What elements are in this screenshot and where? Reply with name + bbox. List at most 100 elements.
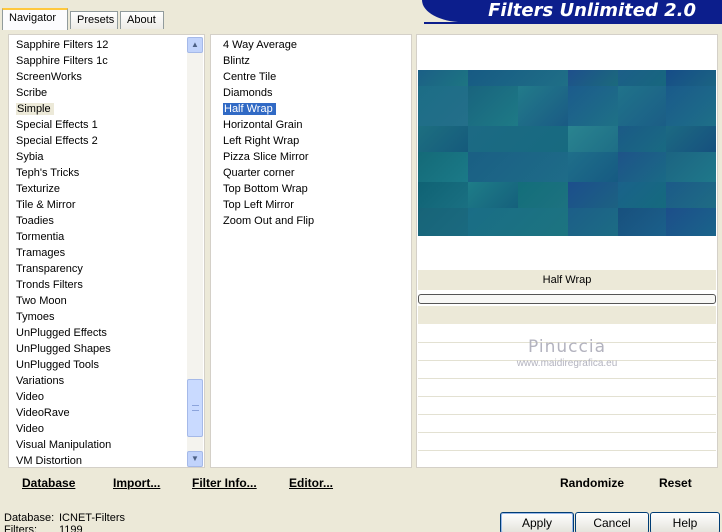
category-label: UnPlugged Shapes xyxy=(16,343,111,355)
preview-tile xyxy=(618,182,666,208)
tab-presets[interactable]: Presets xyxy=(70,11,118,29)
category-item[interactable]: Teph's Tricks xyxy=(14,165,189,181)
scrollbar-thumb[interactable] xyxy=(187,379,203,437)
preview-tile xyxy=(618,126,666,152)
category-item[interactable]: Sapphire Filters 12 xyxy=(14,37,189,53)
tab-about[interactable]: About xyxy=(120,11,164,29)
filter-list: 4 Way Average Blintz Centre Tile Diamonds Ha… xyxy=(221,37,314,229)
filter-label: Blintz xyxy=(223,55,250,67)
category-label: Toadies xyxy=(16,215,54,227)
preview-tile xyxy=(518,86,568,126)
preview-tile xyxy=(468,182,518,208)
preview-tile xyxy=(618,152,666,182)
category-item[interactable]: UnPlugged Shapes xyxy=(14,341,189,357)
filters-value: 1199 xyxy=(59,524,83,532)
category-item[interactable]: Video xyxy=(14,389,189,405)
category-item[interactable]: UnPlugged Tools xyxy=(14,357,189,373)
preview-tile xyxy=(418,208,468,236)
app-banner: Filters Unlimited 2.0 xyxy=(422,0,722,22)
category-item[interactable]: Texturize xyxy=(14,181,189,197)
parameter-divider xyxy=(418,414,716,415)
chevron-down-icon[interactable]: ▼ xyxy=(187,451,203,467)
category-item[interactable]: Video xyxy=(14,421,189,437)
filter-label: Left Right Wrap xyxy=(223,135,300,147)
preview-tile xyxy=(418,86,468,126)
editor-button[interactable]: Editor... xyxy=(289,476,333,490)
parameter-divider xyxy=(418,450,716,451)
filter-item[interactable]: Left Right Wrap xyxy=(221,133,314,149)
category-scrollbar[interactable]: ▲ ▼ xyxy=(187,37,203,467)
filter-item[interactable]: Top Left Mirror xyxy=(221,197,314,213)
filter-item[interactable]: Half Wrap xyxy=(221,101,314,117)
filter-label: Diamonds xyxy=(223,87,273,99)
filter-item[interactable]: Blintz xyxy=(221,53,314,69)
filter-item[interactable]: Centre Tile xyxy=(221,69,314,85)
database-label: Database: xyxy=(4,512,55,524)
category-item[interactable]: Tymoes xyxy=(14,309,189,325)
category-item[interactable]: ScreenWorks xyxy=(14,69,189,85)
cancel-button[interactable]: Cancel xyxy=(575,512,649,532)
filter-label: Pizza Slice Mirror xyxy=(223,151,309,163)
filter-item[interactable]: Quarter corner xyxy=(221,165,314,181)
category-item[interactable]: Tramages xyxy=(14,245,189,261)
filter-label: Horizontal Grain xyxy=(223,119,303,131)
preview-tile xyxy=(468,126,568,152)
category-item[interactable]: Visual Manipulation xyxy=(14,437,189,453)
category-item[interactable]: Simple xyxy=(14,101,189,117)
category-item[interactable]: VM Distortion xyxy=(14,453,189,467)
filter-item[interactable]: Pizza Slice Mirror xyxy=(221,149,314,165)
filter-label: 4 Way Average xyxy=(223,39,297,51)
category-item[interactable]: Sapphire Filters 1c xyxy=(14,53,189,69)
parameter-strip xyxy=(418,306,716,324)
category-label: UnPlugged Effects xyxy=(16,327,107,339)
category-item[interactable]: Variations xyxy=(14,373,189,389)
database-button[interactable]: Database xyxy=(22,476,75,490)
filter-item[interactable]: Top Bottom Wrap xyxy=(221,181,314,197)
category-item[interactable]: Special Effects 2 xyxy=(14,133,189,149)
banner-underline xyxy=(424,22,722,24)
category-item[interactable]: VideoRave xyxy=(14,405,189,421)
filter-item[interactable]: Zoom Out and Flip xyxy=(221,213,314,229)
filter-info-button[interactable]: Filter Info... xyxy=(192,476,257,490)
category-list: Sapphire Filters 12 Sapphire Filters 1c Sc… xyxy=(14,37,189,467)
category-label: Variations xyxy=(16,375,65,387)
parameter-divider xyxy=(418,396,716,397)
randomize-button[interactable]: Randomize xyxy=(560,476,624,490)
preview-tile xyxy=(468,70,568,86)
chevron-up-icon[interactable]: ▲ xyxy=(187,37,203,53)
preview-tile xyxy=(568,86,618,126)
category-list-panel: Sapphire Filters 12 Sapphire Filters 1c Sc… xyxy=(8,34,205,468)
import-button[interactable]: Import... xyxy=(113,476,160,490)
help-button[interactable]: Help xyxy=(650,512,720,532)
category-item[interactable]: Two Moon xyxy=(14,293,189,309)
preview-tile xyxy=(568,126,618,152)
reset-button[interactable]: Reset xyxy=(659,476,692,490)
category-item[interactable]: Transparency xyxy=(14,261,189,277)
tab-navigator[interactable]: Navigator xyxy=(2,8,68,30)
preview-tile xyxy=(418,182,468,208)
filter-item[interactable]: Horizontal Grain xyxy=(221,117,314,133)
category-item[interactable]: Scribe xyxy=(14,85,189,101)
category-item[interactable]: Sybia xyxy=(14,149,189,165)
category-label: VideoRave xyxy=(16,407,70,419)
category-item[interactable]: Toadies xyxy=(14,213,189,229)
preview-tile xyxy=(666,182,716,208)
preview-tile xyxy=(666,208,716,236)
category-item[interactable]: UnPlugged Effects xyxy=(14,325,189,341)
grip-icon xyxy=(192,405,199,411)
category-item[interactable]: Special Effects 1 xyxy=(14,117,189,133)
category-item[interactable]: Tile & Mirror xyxy=(14,197,189,213)
apply-button[interactable]: Apply xyxy=(500,512,574,532)
preview-tile xyxy=(418,70,468,86)
preview-tile xyxy=(568,182,618,208)
database-status: Database: ICNET-Filters xyxy=(4,512,125,524)
category-label: Tronds Filters xyxy=(16,279,83,291)
category-label: ScreenWorks xyxy=(16,71,82,83)
preview-tile xyxy=(468,152,568,182)
category-item[interactable]: Tronds Filters xyxy=(14,277,189,293)
filter-label: Centre Tile xyxy=(223,71,277,83)
category-item[interactable]: Tormentia xyxy=(14,229,189,245)
filter-item[interactable]: Diamonds xyxy=(221,85,314,101)
filter-item[interactable]: 4 Way Average xyxy=(221,37,314,53)
filter-label: Zoom Out and Flip xyxy=(223,215,315,227)
